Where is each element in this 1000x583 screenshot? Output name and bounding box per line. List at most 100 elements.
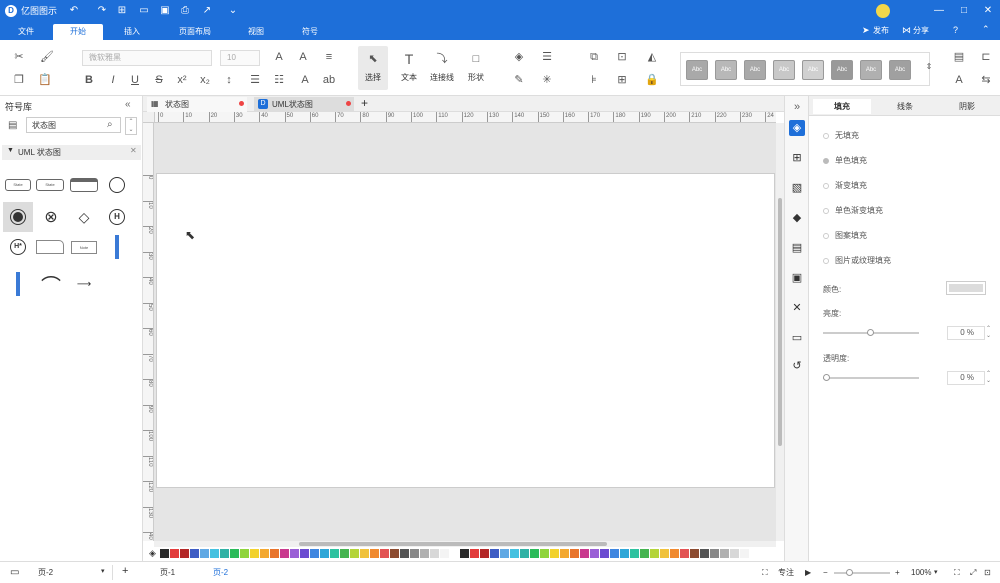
zoom-out-icon[interactable]: − (823, 567, 828, 579)
drawing-page[interactable] (156, 173, 775, 488)
color-swatch[interactable] (589, 548, 599, 558)
transition-arrow-shape[interactable]: ⟶ (70, 270, 98, 298)
color-swatch[interactable] (689, 548, 699, 558)
scroll-thumb[interactable] (778, 198, 782, 446)
style-swatch[interactable]: Abc (744, 60, 766, 80)
color-swatch[interactable] (749, 548, 759, 558)
italic-icon[interactable]: I (106, 73, 120, 87)
tab-fill[interactable]: 填充 (813, 99, 871, 114)
initial-state-shape[interactable] (103, 171, 131, 199)
color-swatch[interactable] (719, 548, 729, 558)
align-icon[interactable]: ≡ (322, 50, 336, 64)
fit-page-icon[interactable]: ⛶ (954, 567, 960, 579)
choice-shape[interactable]: ◇ (70, 203, 98, 231)
format-painter-icon[interactable]: 🖌 (40, 50, 54, 64)
tab-start[interactable]: 开始 (53, 24, 103, 40)
color-swatch[interactable] (649, 548, 659, 558)
category-header[interactable]: ▼ UML 状态图 ✕ (2, 145, 141, 160)
style-swatch[interactable]: Abc (831, 60, 853, 80)
color-swatch[interactable] (259, 548, 269, 558)
color-swatch[interactable] (209, 548, 219, 558)
search-input[interactable]: 状态图 ⌕ (26, 117, 121, 133)
color-swatch[interactable] (599, 548, 609, 558)
image-panel-icon[interactable]: ▧ (789, 180, 805, 196)
color-swatch[interactable] (359, 548, 369, 558)
select-tool[interactable]: ⬉ 选择 (358, 46, 388, 90)
color-swatch[interactable] (439, 548, 449, 558)
doc-tab[interactable]: ▦ 状态图 (147, 97, 247, 112)
save-icon[interactable]: ▣ (159, 5, 171, 17)
color-swatch[interactable] (329, 548, 339, 558)
color-swatch[interactable] (169, 548, 179, 558)
color-swatch[interactable] (579, 548, 589, 558)
export-icon[interactable]: ↗ (201, 5, 213, 17)
list-icon[interactable]: ☷ (272, 73, 286, 87)
color-swatch[interactable] (499, 548, 509, 558)
join-vertical-shape[interactable] (4, 270, 32, 298)
color-swatch[interactable] (459, 548, 469, 558)
spin-arrows-icon[interactable]: ⌃ ⌄ (986, 371, 991, 385)
line-style-icon[interactable]: ☰ (540, 50, 554, 64)
radio-button[interactable] (823, 257, 829, 264)
font-shrink-icon[interactable]: A (296, 50, 310, 64)
radio-button[interactable] (823, 182, 829, 189)
composite-state-shape[interactable] (70, 171, 98, 199)
connection-icon[interactable]: ✳ (540, 73, 554, 87)
layers-icon[interactable]: ◆ (789, 210, 805, 226)
page-select[interactable]: 页-2 ▾ (33, 565, 113, 580)
color-swatch[interactable] (249, 548, 259, 558)
color-swatch[interactable] (349, 548, 359, 558)
color-swatch[interactable] (619, 548, 629, 558)
color-swatch[interactable] (669, 548, 679, 558)
underline-icon[interactable]: U (128, 73, 142, 87)
color-swatch[interactable] (399, 548, 409, 558)
zoom-slider[interactable] (834, 569, 890, 576)
style-swatch[interactable]: Abc (889, 60, 911, 80)
color-swatch[interactable] (469, 548, 479, 558)
doc-tab-active[interactable]: D UML状态图 (254, 97, 354, 112)
highlight-icon[interactable]: ab (322, 73, 336, 87)
bold-icon[interactable]: B (82, 73, 96, 87)
fill-option-solid[interactable]: 单色填充 (823, 155, 867, 166)
tab-page-layout[interactable]: 页面布局 (170, 24, 220, 40)
font-family-select[interactable]: 微软雅黑 (82, 50, 212, 66)
state-shape[interactable]: State (4, 171, 32, 199)
scroll-arrows[interactable]: ⌃ ⌄ (125, 117, 137, 135)
fill-icon[interactable]: ◈ (512, 50, 526, 64)
redo-icon[interactable]: ↷ (96, 5, 108, 17)
style-swatch[interactable]: Abc (860, 60, 882, 80)
minimize-icon[interactable]: — (933, 5, 945, 17)
page-view-icon[interactable]: ▭ (10, 567, 19, 579)
page-tab-1[interactable]: 页-1 (160, 567, 175, 579)
expand-panel-icon[interactable]: » (789, 99, 805, 115)
superscript-icon[interactable]: x² (175, 73, 189, 87)
add-page-icon[interactable]: + (122, 565, 128, 577)
close-icon[interactable]: ✕ (982, 5, 994, 17)
style-swatch[interactable]: Abc (773, 60, 795, 80)
grid-panel-icon[interactable]: ⊞ (789, 150, 805, 166)
transparency-input[interactable]: 0 % (947, 371, 985, 385)
radio-button[interactable] (823, 207, 829, 214)
color-swatch[interactable] (559, 548, 569, 558)
final-state-shape[interactable] (3, 202, 33, 232)
color-swatch[interactable] (159, 548, 169, 558)
subscript-icon[interactable]: x₂ (198, 73, 212, 87)
align-shapes-icon[interactable]: ⊧ (587, 73, 601, 87)
user-avatar[interactable] (876, 4, 890, 18)
transparency-slider[interactable] (823, 374, 919, 381)
note-shape-2[interactable]: Note (70, 233, 98, 261)
open-icon[interactable]: ▭ (138, 5, 150, 17)
spin-arrows-icon[interactable]: ⌃ ⌄ (986, 326, 991, 340)
focus-label[interactable]: 专注 (778, 567, 794, 579)
page-panel-icon[interactable]: ▤ (789, 240, 805, 256)
color-swatch[interactable] (229, 548, 239, 558)
color-swatch[interactable] (419, 548, 429, 558)
data-panel-icon[interactable]: ▣ (789, 270, 805, 286)
radio-button[interactable] (823, 132, 829, 139)
slider-knob[interactable] (846, 569, 853, 576)
fullscreen-icon[interactable]: ⤢ (970, 567, 976, 579)
gallery-scroll-icon[interactable]: ⇕ (922, 60, 936, 74)
color-swatch[interactable] (409, 548, 419, 558)
collapse-panel-icon[interactable]: « (125, 99, 131, 110)
page-settings-icon[interactable]: ▤ (952, 50, 966, 64)
